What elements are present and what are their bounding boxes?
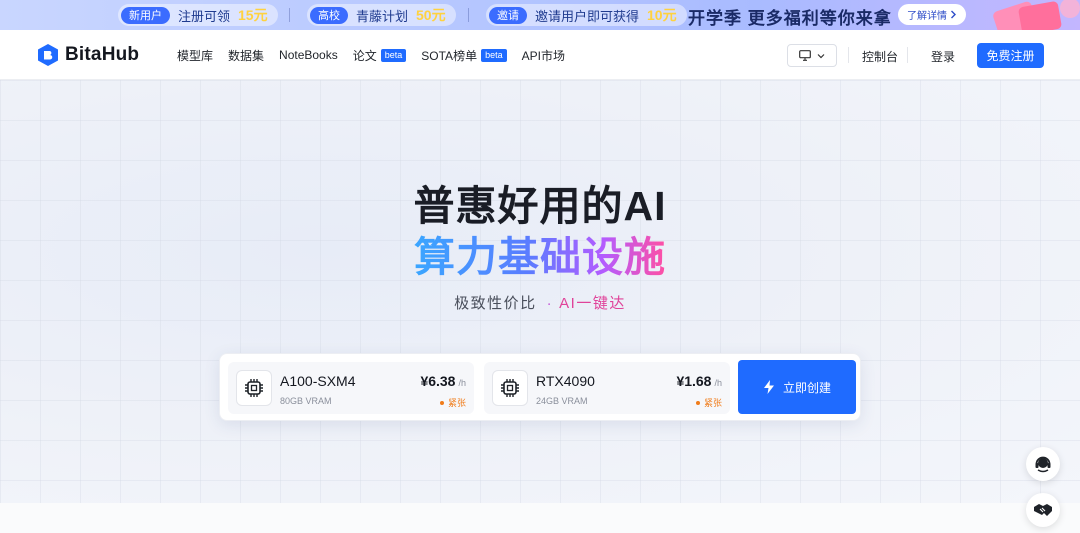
hero-title-gradient: 算力基础设施 <box>0 223 1080 283</box>
menu-item-models[interactable]: 模型库 <box>177 47 213 64</box>
logo[interactable]: BitaHub <box>37 43 139 67</box>
promo-text: 青藤计划 <box>356 8 409 24</box>
nav-divider <box>848 47 849 63</box>
gpu-card-a100[interactable]: A100-SXM4 80GB VRAM ¥6.38/h 紧张 <box>228 362 474 414</box>
promo-invite[interactable]: 邀请 邀请用户即可获得 10元 <box>486 4 687 26</box>
promo-text: 邀请用户即可获得 <box>535 8 640 24</box>
gpu-status-text: 紧张 <box>447 398 466 408</box>
menu-item-api-market[interactable]: API市场 <box>522 47 565 64</box>
device-selector[interactable] <box>787 44 837 67</box>
create-now-button[interactable]: 立即创建 <box>738 360 856 414</box>
gpu-price-value: ¥1.68 <box>676 373 712 389</box>
gpu-vram: 80GB VRAM <box>280 396 332 406</box>
promo-amount: 15元 <box>238 7 268 23</box>
menu-item-datasets[interactable]: 数据集 <box>228 47 264 64</box>
headset-icon <box>1035 456 1051 473</box>
main-menu: 模型库 数据集 NoteBooks 论文 beta SOTA榜单 beta API市… <box>177 30 565 80</box>
menu-label: API市场 <box>521 48 565 63</box>
promo-divider <box>289 8 290 22</box>
hero-subtitle-accent: AI一键达 <box>559 295 626 312</box>
menu-item-papers[interactable]: 论文 beta <box>353 47 407 64</box>
partnership-button[interactable] <box>1026 493 1060 527</box>
menu-item-notebooks[interactable]: NoteBooks <box>279 48 338 62</box>
gpu-price-unit: /h <box>458 378 466 388</box>
gpu-status: 紧张 <box>695 396 722 409</box>
promo-campus[interactable]: 高校 青藤计划 50元 <box>307 4 456 26</box>
beta-badge: beta <box>481 48 507 62</box>
gpu-price-unit: /h <box>714 378 722 388</box>
promo-text: 注册可领 <box>178 8 231 24</box>
hero-title-gradient-text: 算力基础设施 <box>414 234 666 280</box>
page-bottom-strip <box>0 503 1080 533</box>
lightning-icon <box>763 380 774 394</box>
hero-subtitle-text: 极致性价比 <box>454 295 537 312</box>
menu-label: NoteBooks <box>279 48 338 62</box>
promo-amount: 50元 <box>416 7 446 23</box>
menu-label: 论文 <box>352 48 377 63</box>
gpu-selector-panel: A100-SXM4 80GB VRAM ¥6.38/h 紧张 RTX4090 2… <box>219 353 861 421</box>
handshake-icon <box>1034 504 1052 516</box>
customer-service-button[interactable] <box>1026 447 1060 481</box>
logo-text: BitaHub <box>65 44 140 65</box>
promo-headline: 开学季 更多福利等你来拿 <box>688 9 892 28</box>
hero-subtitle: 极致性价比 · AI一键达 <box>0 292 1080 313</box>
gpu-name: A100-SXM4 <box>280 373 356 389</box>
nav-divider <box>907 47 908 63</box>
menu-item-sota[interactable]: SOTA榜单 beta <box>421 47 507 64</box>
promo-amount: 10元 <box>647 7 677 23</box>
gpu-name: RTX4090 <box>536 373 595 389</box>
menu-label: 数据集 <box>228 48 265 63</box>
bitahub-logo-icon <box>38 44 58 66</box>
console-link[interactable]: 控制台 <box>862 48 898 65</box>
chevron-down-icon <box>817 53 825 58</box>
gpu-vram: 24GB VRAM <box>536 396 588 406</box>
menu-label: SOTA榜单 <box>421 48 478 63</box>
chip-icon <box>236 370 272 406</box>
monitor-icon <box>799 50 811 61</box>
promo-banner[interactable]: 新用户 注册可领 15元 高校 青藤计划 50元 邀请 邀请用户即可获得 10元… <box>0 0 1080 30</box>
menu-label: 模型库 <box>177 48 214 63</box>
status-dot-icon <box>439 400 444 405</box>
promo-details-label: 了解详情 <box>907 11 947 22</box>
chip-icon <box>492 370 528 406</box>
top-navbar: BitaHub 模型库 数据集 NoteBooks 论文 beta SOTA榜单 b… <box>0 30 1080 80</box>
promo-decoration <box>975 0 1080 30</box>
promo-details-button[interactable]: 了解详情 <box>898 4 966 25</box>
hero-section: 普惠好用的AI 算力基础设施 极致性价比 · AI一键达 A100-SXM4 80G… <box>0 80 1080 503</box>
promo-tag: 新用户 <box>121 6 170 24</box>
hero-subtitle-dot: · <box>546 295 554 312</box>
login-link[interactable]: 登录 <box>931 48 955 65</box>
signup-button[interactable]: 免费注册 <box>977 43 1044 68</box>
promo-tag: 高校 <box>310 6 348 24</box>
status-dot-icon <box>695 400 700 405</box>
gpu-price-value: ¥6.38 <box>420 373 456 389</box>
gpu-card-rtx4090[interactable]: RTX4090 24GB VRAM ¥1.68/h 紧张 <box>484 362 730 414</box>
chevron-right-icon <box>951 10 956 19</box>
gpu-price: ¥6.38/h <box>420 373 466 389</box>
create-now-label: 立即创建 <box>782 380 831 395</box>
gpu-status-text: 紧张 <box>703 398 722 408</box>
beta-badge: beta <box>380 48 407 62</box>
promo-new-user[interactable]: 新用户 注册可领 15元 <box>118 4 278 26</box>
promo-divider <box>468 8 469 22</box>
gpu-status: 紧张 <box>439 396 466 409</box>
promo-tag: 邀请 <box>489 6 527 24</box>
gpu-price: ¥1.68/h <box>676 373 722 389</box>
